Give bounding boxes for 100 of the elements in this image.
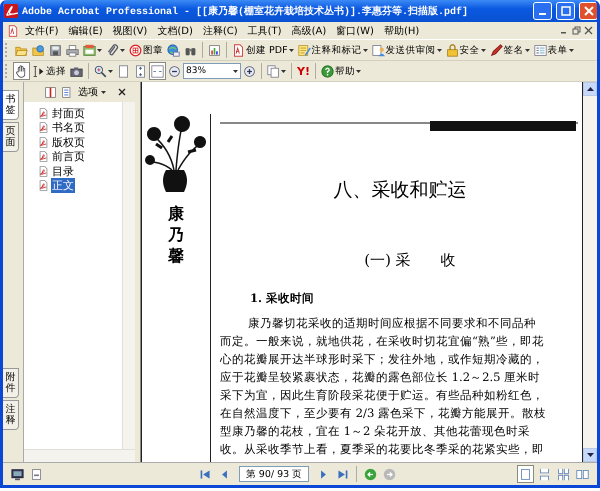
monitor-icon bbox=[11, 468, 24, 480]
scrollbar[interactable] bbox=[24, 449, 135, 462]
select-button[interactable]: 选择 bbox=[30, 62, 68, 80]
menu-item[interactable]: 视图(V) bbox=[108, 24, 152, 38]
bookmark-item[interactable]: 书名页 bbox=[24, 120, 122, 135]
stamp-icon bbox=[129, 44, 142, 56]
window-icon bbox=[30, 468, 43, 480]
createpdf-button[interactable]: 创建 PDF bbox=[230, 41, 296, 59]
maximize-button[interactable] bbox=[556, 2, 575, 20]
scroll-down-button[interactable] bbox=[583, 448, 597, 462]
down-arrow-icon bbox=[586, 453, 594, 457]
question-circle-icon bbox=[320, 64, 334, 78]
first-page-icon bbox=[199, 468, 212, 480]
paperclip-icon bbox=[106, 44, 119, 56]
body-text-line: 型康乃馨的花枝，宜在 1～2 朵花开放、其他花蕾现色时采 bbox=[220, 423, 532, 440]
zoom-field[interactable]: 83% bbox=[183, 63, 241, 79]
close-icon[interactable] bbox=[118, 88, 126, 96]
fit-height-icon bbox=[134, 64, 147, 78]
section-title: (一) 采 收 bbox=[363, 250, 457, 270]
body-text-line: 在自然温度下，至少要有 2/3 露色采下，花瓣方能展开。散枝 bbox=[220, 405, 548, 422]
subheading: 1. 采收时间 bbox=[249, 290, 316, 306]
menu-item[interactable]: 工具(T) bbox=[244, 24, 286, 38]
chart-icon bbox=[208, 44, 221, 56]
sign-button[interactable]: 签名 bbox=[488, 41, 532, 59]
fitwidth-button[interactable] bbox=[149, 62, 166, 80]
two-pages-icon bbox=[576, 468, 589, 480]
menu-item[interactable]: 文档(D) bbox=[153, 24, 197, 38]
side-tab[interactable]: 注释 bbox=[3, 400, 19, 430]
side-tab[interactable]: 附件 bbox=[3, 368, 19, 398]
lock-button[interactable]: 安全 bbox=[444, 41, 488, 59]
document-person-icon bbox=[372, 44, 385, 56]
single-button[interactable] bbox=[517, 465, 534, 483]
menu-item[interactable]: 高级(A) bbox=[288, 24, 330, 38]
review-button[interactable]: 发送供审阅 bbox=[370, 41, 444, 59]
text-cursor-icon bbox=[32, 64, 45, 78]
maximize-icon bbox=[560, 6, 570, 16]
close-icon bbox=[584, 6, 594, 16]
organizer-icon bbox=[83, 44, 96, 56]
minimize-icon bbox=[539, 13, 546, 15]
pen-icon bbox=[490, 44, 503, 56]
options-button[interactable]: 选项 bbox=[78, 85, 106, 99]
menu-item[interactable]: 文件(F) bbox=[21, 24, 63, 38]
menu-item[interactable]: 帮助(H) bbox=[380, 24, 424, 38]
body-text-line: 采下为宜，因此生育阶段采花便于贮运。有些品种如粉红色， bbox=[220, 387, 545, 404]
bookmark-page-icon bbox=[38, 166, 49, 177]
bookmark-item[interactable]: 版权页 bbox=[24, 135, 122, 150]
form-button[interactable]: 表单 bbox=[532, 41, 576, 59]
restore-icon[interactable] bbox=[572, 26, 581, 35]
up-arrow-icon bbox=[586, 87, 594, 91]
printer-icon bbox=[66, 44, 79, 56]
zoom-out-icon bbox=[168, 64, 181, 78]
bookmark-item[interactable]: 封面页 bbox=[24, 106, 122, 120]
pages-icon bbox=[267, 64, 280, 78]
single-page-icon bbox=[519, 468, 532, 480]
minimize-button[interactable] bbox=[533, 2, 552, 20]
menu-item[interactable]: 窗口(W) bbox=[332, 24, 378, 38]
bookmark-page-icon bbox=[38, 136, 49, 148]
side-tab[interactable]: 页面 bbox=[3, 122, 19, 152]
padlock-icon bbox=[446, 44, 459, 56]
body-text-line: 康乃馨切花采收的适期时间应根据不同要求和不同品种 bbox=[247, 315, 537, 332]
bookmark-item[interactable]: 目录 bbox=[24, 164, 122, 178]
page-icon bbox=[117, 64, 130, 78]
zoom-in-icon bbox=[243, 64, 256, 78]
bookmark-page-icon bbox=[38, 151, 49, 162]
close-icon[interactable] bbox=[584, 26, 593, 35]
menu-item[interactable]: 编辑(E) bbox=[64, 24, 107, 38]
comment-button[interactable]: 注释和标记 bbox=[296, 41, 370, 59]
hand-button[interactable] bbox=[13, 62, 30, 80]
caret-icon bbox=[101, 90, 106, 94]
bookmark-page-icon bbox=[38, 180, 49, 192]
help-button[interactable]: 帮助 bbox=[318, 62, 363, 80]
scrollbar[interactable] bbox=[122, 102, 135, 449]
body-text-line: 而定。一般来说，就地供花，在采收时切花宜偏“熟”些，即花 bbox=[220, 333, 545, 350]
hand-icon bbox=[15, 64, 28, 78]
pdf-document-icon bbox=[232, 44, 245, 56]
expand-icon[interactable] bbox=[44, 86, 57, 98]
body-text-line: 收。从采收季节上看，夏季采的花要比冬季采的花紧实些，即 bbox=[220, 441, 545, 458]
page-number-field[interactable]: 第 90/ 93 页 bbox=[239, 466, 309, 482]
bookmark-item[interactable]: 前言页 bbox=[24, 150, 122, 164]
body-text-line: 应于花瓣呈较紧裹状态，花瓣的露色部位长 1.2～2.5 厘米时 bbox=[220, 369, 542, 386]
bookmark-page-icon bbox=[38, 108, 49, 119]
facing-pages-icon bbox=[557, 468, 570, 480]
yahoo-button[interactable]: Y! bbox=[295, 62, 312, 80]
window-title: Adobe Acrobat Professional - [[康乃馨(棚室花卉栽培技术丛书)].李惠芬等.扫描版.pdf] bbox=[22, 4, 470, 18]
continuous-pages-icon bbox=[538, 468, 551, 480]
bookmark-item[interactable]: 正文 bbox=[24, 178, 122, 193]
stamp-button[interactable]: 图章 bbox=[127, 41, 165, 59]
scrollbar[interactable] bbox=[583, 82, 597, 462]
note-pencil-icon bbox=[298, 44, 311, 56]
magnifier-icon bbox=[94, 64, 107, 78]
menu-item[interactable]: 注释(C) bbox=[198, 24, 242, 38]
last-page-icon bbox=[336, 468, 349, 480]
pdf-icon bbox=[7, 24, 19, 36]
fit-width-icon bbox=[151, 64, 164, 78]
side-tab[interactable]: 书签 bbox=[3, 90, 19, 120]
app-logo-icon bbox=[4, 4, 18, 18]
chapter-title: 八、采收和贮运 bbox=[332, 178, 468, 202]
close-button[interactable] bbox=[579, 2, 597, 20]
camera-icon bbox=[70, 64, 83, 78]
scroll-up-button[interactable] bbox=[583, 82, 597, 96]
